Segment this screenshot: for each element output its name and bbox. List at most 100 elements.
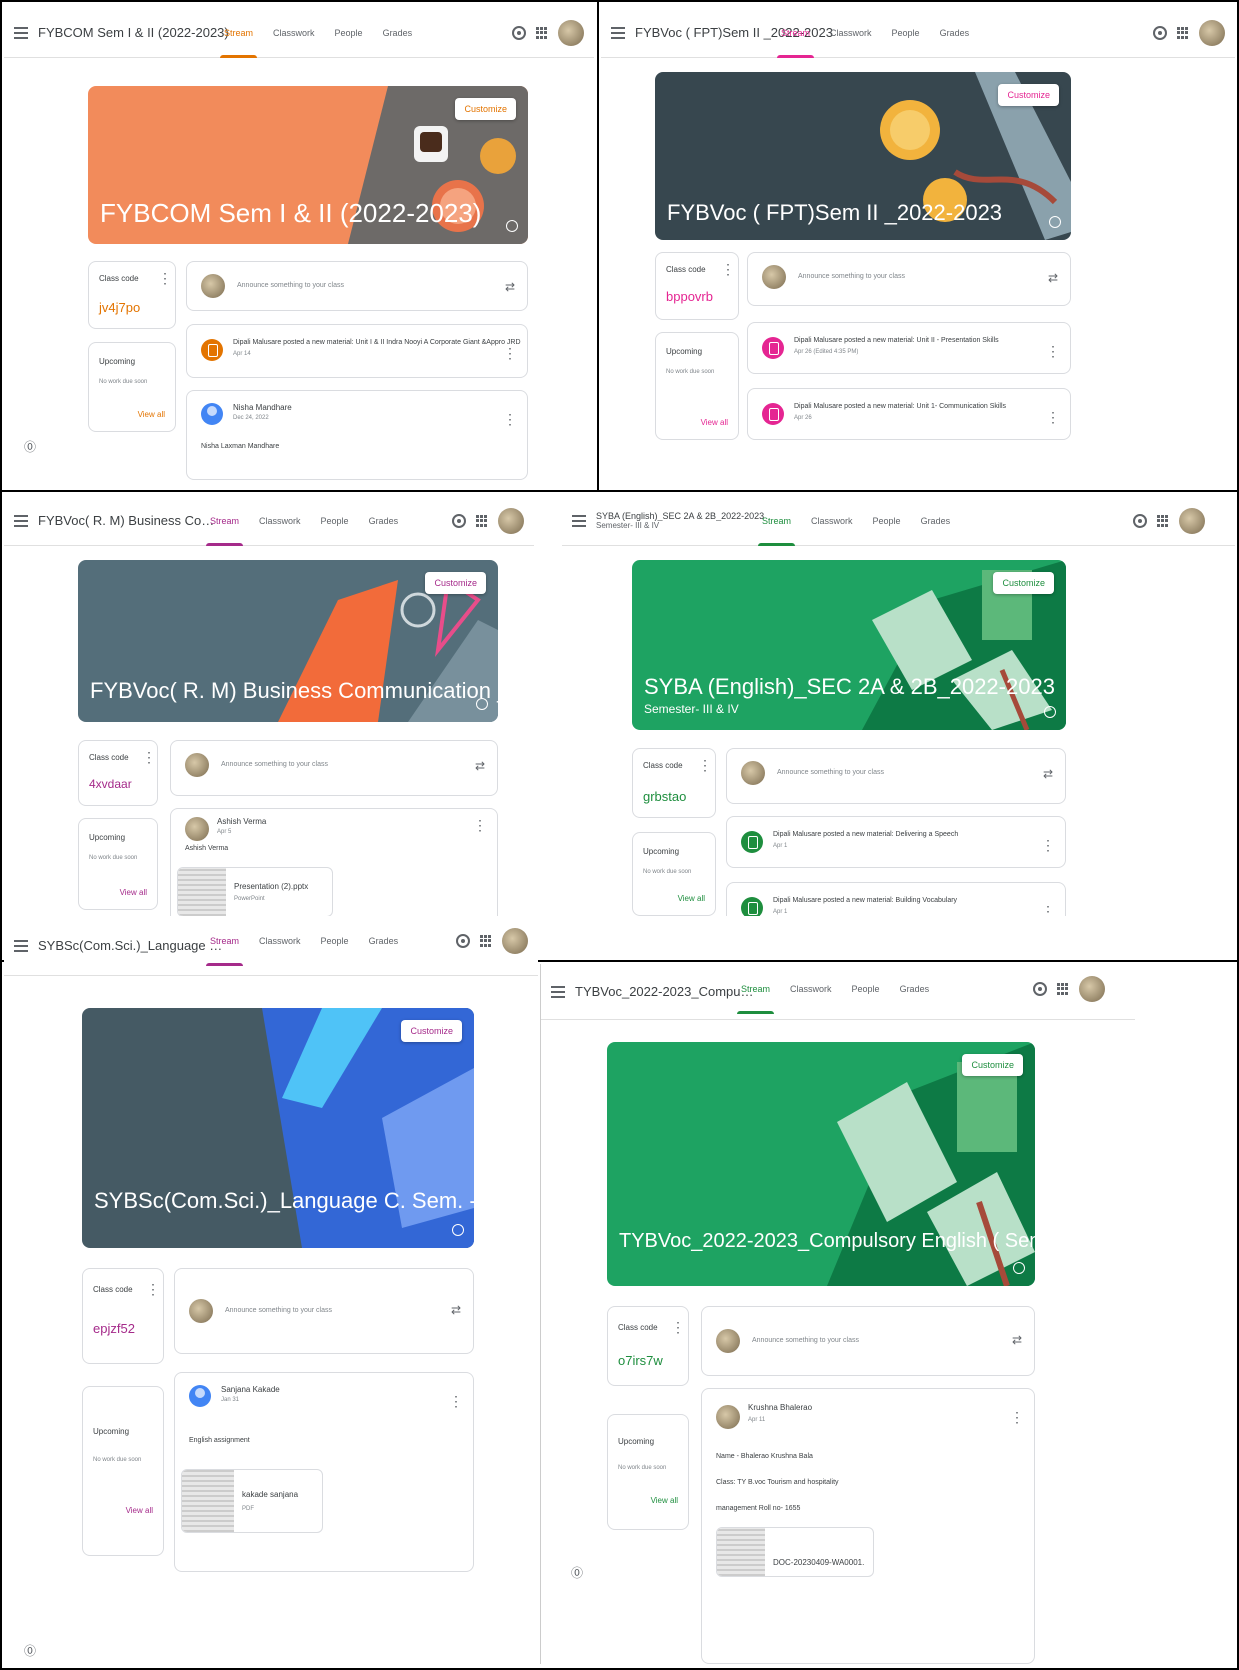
info-icon[interactable]: [1049, 216, 1061, 228]
more-icon[interactable]: ⋮: [449, 1393, 463, 1410]
view-all-link[interactable]: View all: [651, 1496, 678, 1505]
stream-post[interactable]: Dipali Malusare posted a new material: U…: [747, 388, 1071, 440]
attachment-card[interactable]: Presentation (2).pptx PowerPoint: [177, 867, 333, 917]
info-icon[interactable]: [452, 1224, 464, 1236]
stream-post[interactable]: Dipali Malusare posted a new material: U…: [186, 324, 528, 378]
tab-people[interactable]: People: [311, 496, 359, 546]
repost-icon[interactable]: ⇄: [505, 280, 515, 294]
tab-classwork[interactable]: Classwork: [249, 916, 311, 966]
tab-grades[interactable]: Grades: [359, 916, 409, 966]
tab-stream[interactable]: Stream: [200, 496, 249, 546]
customize-button[interactable]: Customize: [455, 98, 516, 120]
stream-post[interactable]: Dipali Malusare posted a new material: D…: [726, 816, 1066, 868]
announce-box[interactable]: Announce something to your class ⇄: [701, 1306, 1035, 1376]
tab-classwork[interactable]: Classwork: [820, 8, 882, 58]
tab-classwork[interactable]: Classwork: [801, 496, 863, 546]
customize-button[interactable]: Customize: [425, 572, 486, 594]
view-all-link[interactable]: View all: [678, 894, 705, 903]
attachment-card[interactable]: kakade sanjana PDF: [181, 1469, 323, 1533]
apps-grid-icon[interactable]: [1177, 27, 1189, 39]
more-icon[interactable]: ⋮: [1041, 903, 1055, 916]
announce-box[interactable]: Announce something to your class ⇄: [747, 252, 1071, 306]
tab-people[interactable]: People: [325, 8, 373, 58]
menu-icon[interactable]: [14, 939, 28, 952]
stream-post[interactable]: Dipali Malusare posted a new material: B…: [726, 882, 1066, 916]
avatar[interactable]: [558, 20, 584, 46]
customize-button[interactable]: Customize: [998, 84, 1059, 106]
stream-post[interactable]: Krushna Bhalerao Apr 11 Name - Bhalerao …: [701, 1388, 1035, 1664]
tab-grades[interactable]: Grades: [911, 496, 961, 546]
repost-icon[interactable]: ⇄: [451, 1303, 461, 1317]
announce-box[interactable]: Announce something to your class ⇄: [170, 740, 498, 796]
gear-icon[interactable]: [452, 514, 466, 528]
tab-stream[interactable]: Stream: [752, 496, 801, 546]
more-icon[interactable]: ⋮: [1010, 1409, 1024, 1426]
gear-icon[interactable]: [1153, 26, 1167, 40]
menu-icon[interactable]: [14, 26, 28, 39]
more-icon[interactable]: ⋮: [473, 817, 487, 834]
gear-icon[interactable]: [1133, 514, 1147, 528]
customize-button[interactable]: Customize: [401, 1020, 462, 1042]
avatar[interactable]: [498, 508, 524, 534]
tab-people[interactable]: People: [882, 8, 930, 58]
info-icon[interactable]: [1044, 706, 1056, 718]
avatar[interactable]: [1179, 508, 1205, 534]
info-icon[interactable]: [506, 220, 518, 232]
more-icon[interactable]: ⋮: [503, 345, 517, 362]
stream-post[interactable]: Sanjana Kakade Jan 31 English assignment…: [174, 1372, 474, 1572]
tab-stream[interactable]: Stream: [200, 916, 249, 966]
tab-classwork[interactable]: Classwork: [249, 496, 311, 546]
view-all-link[interactable]: View all: [126, 1506, 153, 1515]
announce-box[interactable]: Announce something to your class ⇄: [174, 1268, 474, 1354]
menu-icon[interactable]: [572, 514, 586, 527]
gear-icon[interactable]: [456, 934, 470, 948]
repost-icon[interactable]: ⇄: [1043, 767, 1053, 781]
tab-people[interactable]: People: [311, 916, 359, 966]
tab-people[interactable]: People: [842, 964, 890, 1014]
gear-icon[interactable]: [512, 26, 526, 40]
stream-post[interactable]: Dipali Malusare posted a new material: U…: [747, 322, 1071, 374]
apps-grid-icon[interactable]: [476, 515, 488, 527]
tab-classwork[interactable]: Classwork: [263, 8, 325, 58]
view-all-link[interactable]: View all: [120, 888, 147, 897]
apps-grid-icon[interactable]: [536, 27, 548, 39]
announce-box[interactable]: Announce something to your class ⇄: [186, 261, 528, 311]
help-icon[interactable]: ⓪: [571, 1564, 583, 1581]
announce-box[interactable]: Announce something to your class ⇄: [726, 748, 1066, 804]
tab-grades[interactable]: Grades: [373, 8, 423, 58]
menu-icon[interactable]: [14, 514, 28, 527]
tab-stream[interactable]: Stream: [214, 8, 263, 58]
more-icon[interactable]: ⋮: [503, 411, 517, 428]
view-all-link[interactable]: View all: [138, 410, 165, 419]
tab-stream[interactable]: Stream: [771, 8, 820, 58]
tab-grades[interactable]: Grades: [890, 964, 940, 1014]
more-icon[interactable]: ⋮: [1046, 343, 1060, 360]
apps-grid-icon[interactable]: [1057, 983, 1069, 995]
repost-icon[interactable]: ⇄: [475, 759, 485, 773]
tab-people[interactable]: People: [863, 496, 911, 546]
stream-post[interactable]: Nisha Mandhare Dec 24, 2022 Nisha Laxman…: [186, 390, 528, 480]
apps-grid-icon[interactable]: [1157, 515, 1169, 527]
customize-button[interactable]: Customize: [962, 1054, 1023, 1076]
info-icon[interactable]: [476, 698, 488, 710]
tab-stream[interactable]: Stream: [731, 964, 780, 1014]
menu-icon[interactable]: [551, 985, 565, 998]
tab-grades[interactable]: Grades: [359, 496, 409, 546]
avatar[interactable]: [1199, 20, 1225, 46]
customize-button[interactable]: Customize: [993, 572, 1054, 594]
help-icon[interactable]: ⓪: [24, 438, 36, 455]
gear-icon[interactable]: [1033, 982, 1047, 996]
apps-grid-icon[interactable]: [480, 935, 492, 947]
repost-icon[interactable]: ⇄: [1012, 1333, 1022, 1347]
view-all-link[interactable]: View all: [701, 418, 728, 427]
attachment-card[interactable]: DOC-20230409-WA0001.: [716, 1527, 874, 1577]
info-icon[interactable]: [1013, 1262, 1025, 1274]
more-icon[interactable]: ⋮: [1046, 409, 1060, 426]
menu-icon[interactable]: [611, 26, 625, 39]
more-icon[interactable]: ⋮: [1041, 837, 1055, 854]
avatar[interactable]: [502, 928, 528, 954]
repost-icon[interactable]: ⇄: [1048, 271, 1058, 285]
tab-grades[interactable]: Grades: [930, 8, 980, 58]
help-icon[interactable]: ⓪: [24, 1642, 36, 1659]
avatar[interactable]: [1079, 976, 1105, 1002]
